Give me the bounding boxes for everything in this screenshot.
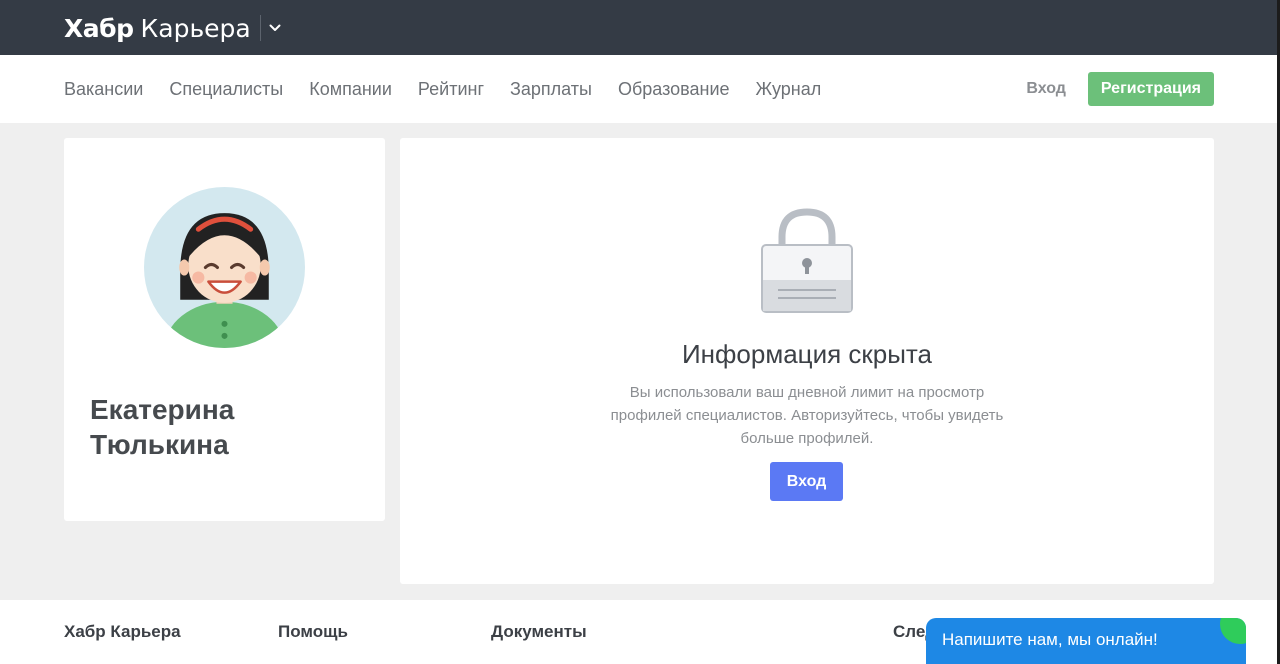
logo-strong: Хабр	[64, 13, 134, 43]
chat-label: Напишите нам, мы онлайн!	[942, 630, 1158, 649]
auth-controls: Вход Регистрация	[1026, 72, 1214, 106]
login-button[interactable]: Вход	[770, 462, 843, 501]
footer-col-documents: Документы	[491, 622, 587, 641]
nav-link-companies[interactable]: Компании	[309, 79, 392, 100]
nav-links: Вакансии Специалисты Компании Рейтинг За…	[64, 55, 847, 123]
login-link[interactable]: Вход	[1026, 80, 1066, 98]
footer-col-help: Помощь	[278, 622, 348, 641]
nav-link-vacancies[interactable]: Вакансии	[64, 79, 143, 100]
logo-divider	[259, 15, 261, 41]
nav-link-education[interactable]: Образование	[618, 79, 730, 100]
nav-link-rating[interactable]: Рейтинг	[418, 79, 484, 100]
footer-col-habr-career: Хабр Карьера	[64, 622, 181, 641]
info-title: Информация скрыта	[681, 339, 932, 369]
logo[interactable]: Хабр Карьера	[64, 12, 281, 44]
nav-link-specialists[interactable]: Специалисты	[169, 79, 283, 100]
hidden-info-card: Информация скрыта Вы использовали ваш дн…	[400, 138, 1214, 584]
nav-link-journal[interactable]: Журнал	[756, 79, 822, 100]
profile-card: Екатерина Тюлькина	[64, 138, 385, 521]
profile-name: Екатерина Тюлькина	[90, 394, 235, 460]
info-message: Вы использовали ваш дневной лимит на про…	[610, 384, 1004, 447]
chevron-down-icon[interactable]	[269, 22, 281, 34]
nav-link-salaries[interactable]: Зарплаты	[510, 79, 592, 100]
main-nav: Вакансии Специалисты Компании Рейтинг За…	[0, 55, 1277, 123]
logo-light: Карьера	[140, 13, 251, 43]
top-bar: Хабр Карьера	[0, 0, 1280, 55]
online-status-icon	[1220, 618, 1246, 644]
chat-widget[interactable]: Напишите нам, мы онлайн!	[926, 618, 1246, 664]
register-button[interactable]: Регистрация	[1087, 72, 1214, 106]
avatar	[144, 187, 305, 348]
lock-icon	[761, 208, 853, 313]
